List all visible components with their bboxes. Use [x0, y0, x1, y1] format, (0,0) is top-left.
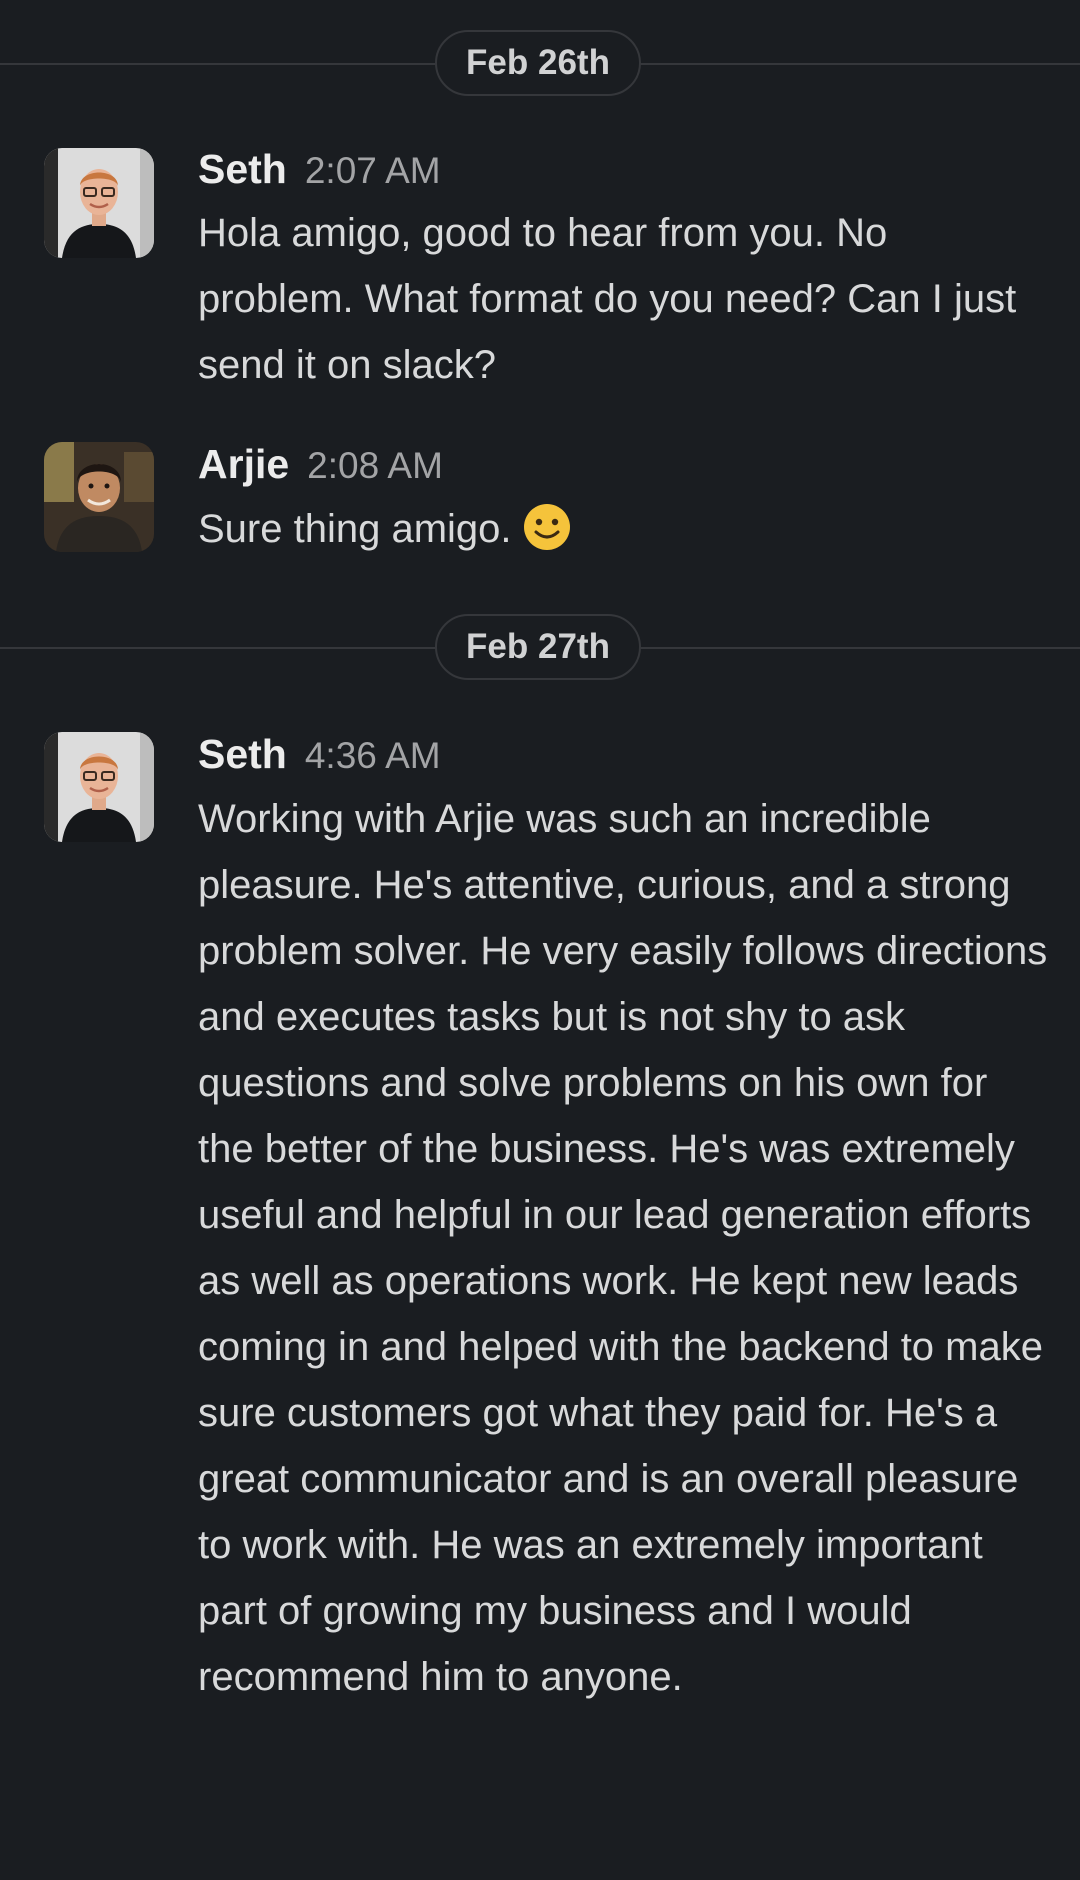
author-name[interactable]: Seth	[198, 731, 287, 777]
slightly-smiling-face-icon[interactable]	[522, 502, 572, 552]
avatar-arjie-image	[44, 442, 154, 552]
date-separator-pill[interactable]: Feb 27th	[435, 614, 641, 680]
message-text: Working with Arjie was such an incredibl…	[198, 797, 1048, 1699]
message-timestamp[interactable]: 2:08 AM	[307, 445, 443, 486]
message-text: Sure thing amigo.	[198, 496, 1048, 562]
avatar-seth-image	[44, 148, 154, 258]
message-timestamp[interactable]: 2:07 AM	[305, 150, 441, 191]
avatar[interactable]	[44, 442, 154, 552]
avatar-seth-image	[44, 732, 154, 842]
author-name[interactable]: Seth	[198, 146, 287, 192]
message-header: Seth 4:36 AM	[198, 731, 441, 778]
date-separator-pill[interactable]: Feb 26th	[435, 30, 641, 96]
message-text-content: Sure thing amigo.	[198, 507, 512, 551]
message-text: Hola amigo, good to hear from you. No pr…	[198, 211, 1017, 387]
message-header: Seth 2:07 AM	[198, 146, 441, 193]
message-timestamp[interactable]: 4:36 AM	[305, 735, 441, 776]
author-name[interactable]: Arjie	[198, 441, 289, 487]
message-header: Arjie 2:08 AM	[198, 441, 443, 488]
avatar[interactable]	[44, 148, 154, 258]
avatar[interactable]	[44, 732, 154, 842]
